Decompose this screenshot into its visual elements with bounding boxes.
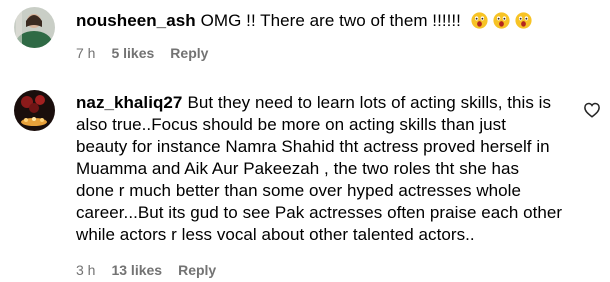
astonished-face-icon — [471, 12, 488, 29]
likes-count[interactable]: 13 likes — [111, 262, 162, 278]
reply-button[interactable]: Reply — [178, 262, 216, 278]
comment-body-line: Muamma and Aik Aur Pakeezah , the two ro… — [76, 159, 520, 178]
comment-body-line: beauty for instance Namra Shahid tht act… — [76, 137, 550, 156]
comment-text: nousheen_ash OMG !! There are two of them… — [76, 10, 532, 32]
comment-body-line: done r much better than some over hyped … — [76, 181, 521, 200]
avatar[interactable] — [14, 7, 55, 48]
comment-item: nousheen_ash OMG !! There are two of them… — [0, 0, 610, 78]
comment-body-line: But they need to learn lots of acting sk… — [187, 93, 552, 112]
comment-meta: 7 h 5 likes Reply — [76, 45, 224, 61]
comment-body-line: also true..Focus should be more on actin… — [76, 115, 507, 134]
comment-body: OMG !! There are two of them !!!!!! — [200, 11, 461, 30]
reply-button[interactable]: Reply — [170, 45, 208, 61]
astonished-face-icon — [493, 12, 510, 29]
comment-username[interactable]: nousheen_ash — [76, 11, 196, 30]
comment-item: naz_khaliq27 But they need to learn lots … — [0, 82, 610, 282]
comment-timestamp[interactable]: 3 h — [76, 262, 95, 278]
likes-count[interactable]: 5 likes — [111, 45, 154, 61]
comment-body-line: career...But its gud to see Pak actresse… — [76, 203, 563, 222]
comment-text: naz_khaliq27 But they need to learn lots … — [76, 92, 576, 246]
comment-meta: 3 h 13 likes Reply — [76, 262, 232, 278]
heart-outline-icon[interactable] — [583, 101, 601, 119]
astonished-face-icon — [515, 12, 532, 29]
avatar[interactable] — [14, 90, 55, 131]
comment-timestamp[interactable]: 7 h — [76, 45, 95, 61]
comment-username[interactable]: naz_khaliq27 — [76, 93, 182, 112]
comment-body-line: while actors r less vocal about other ta… — [76, 225, 475, 244]
